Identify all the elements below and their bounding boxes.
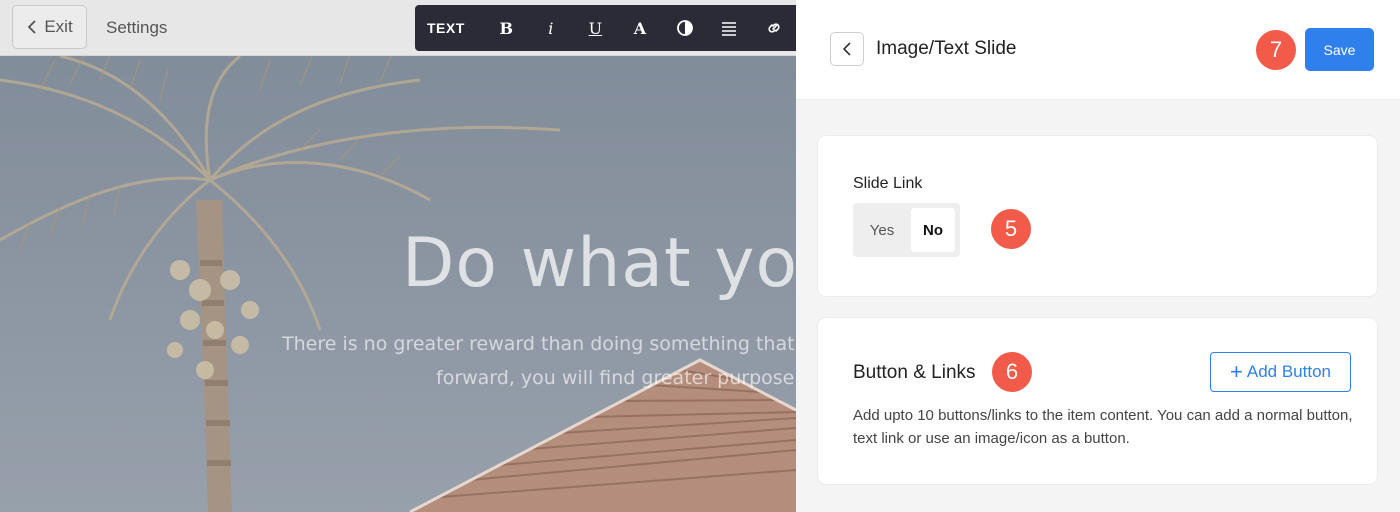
add-button-label: Add Button <box>1246 362 1331 381</box>
italic-button[interactable]: i <box>529 5 574 51</box>
slide-link-label: Slide Link <box>853 175 923 192</box>
save-button[interactable]: Save <box>1305 28 1374 71</box>
step-badge-5: 5 <box>991 209 1031 249</box>
slide-link-card: Slide Link Yes No 5 <box>818 136 1377 296</box>
exit-label: Exit <box>44 17 73 36</box>
link-icon <box>768 23 780 33</box>
settings-link[interactable]: Settings <box>106 18 167 38</box>
hero-title[interactable]: Do what yo <box>402 224 796 303</box>
panel-title: Image/Text Slide <box>876 38 1017 59</box>
chevron-left-icon <box>842 42 851 56</box>
exit-button[interactable]: Exit <box>12 5 87 49</box>
panel-header: Image/Text Slide 7 Save <box>796 0 1400 100</box>
buttons-links-description: Add upto 10 buttons/links to the item co… <box>853 407 1353 447</box>
plus-icon: + <box>1230 359 1243 384</box>
slide-link-toggle: Yes No <box>853 203 960 257</box>
chevron-left-icon <box>28 20 36 34</box>
slide-link-yes-option[interactable]: Yes <box>853 203 911 257</box>
bold-button[interactable]: B <box>484 5 529 51</box>
contrast-button[interactable] <box>662 5 707 51</box>
back-button[interactable] <box>830 32 864 66</box>
underline-button[interactable]: U <box>573 5 618 51</box>
page-preview: Exit Settings TEXT B i U A Do what yo Th… <box>0 0 796 512</box>
slide-link-no-option[interactable]: No <box>911 208 955 252</box>
link-button[interactable] <box>751 5 796 51</box>
add-button-button[interactable]: + Add Button <box>1210 352 1351 392</box>
hero-subtitle-line1[interactable]: There is no greater reward than doing so… <box>282 333 796 355</box>
hero-subtitle-line2[interactable]: forward, you will find greater purpose a <box>436 367 796 389</box>
toolbar-label: TEXT <box>427 20 465 36</box>
font-button[interactable]: A <box>618 5 663 51</box>
settings-panel: Image/Text Slide 7 Save Slide Link Yes N… <box>796 0 1400 512</box>
text-formatting-toolbar: TEXT B i U A <box>415 5 796 51</box>
buttons-links-title: Button & Links <box>853 362 976 383</box>
step-badge-7: 7 <box>1256 30 1296 70</box>
step-badge-6: 6 <box>992 352 1032 392</box>
align-button[interactable] <box>707 5 752 51</box>
editor-topbar: Exit Settings TEXT B i U A <box>0 0 796 56</box>
buttons-links-card: Button & Links 6 + Add Button Add upto 1… <box>818 318 1377 484</box>
align-justify-icon <box>722 22 737 36</box>
contrast-icon <box>676 20 693 36</box>
